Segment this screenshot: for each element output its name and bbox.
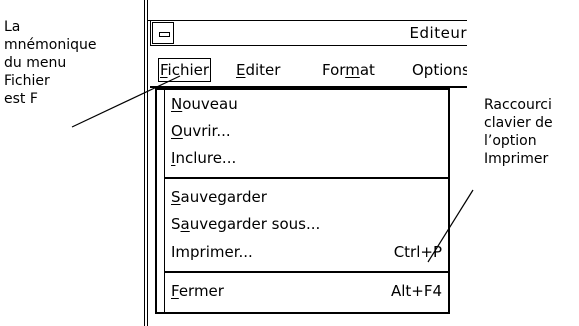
window-left-border bbox=[144, 0, 148, 326]
menu-fichier-mnemonic: F bbox=[160, 61, 168, 79]
menu-format[interactable]: Format bbox=[322, 60, 375, 80]
menu-fichier[interactable]: Fichier bbox=[157, 58, 212, 82]
menu-separator bbox=[165, 177, 448, 179]
menu-editer[interactable]: Editer bbox=[236, 60, 280, 80]
window-titlebar: Editeur bbox=[150, 20, 467, 46]
window-title: Editeur bbox=[409, 24, 467, 42]
callout-accelerator-note: Raccourci clavier de l’option Imprimer bbox=[484, 97, 553, 167]
menu-options[interactable]: Options bbox=[412, 60, 467, 80]
menu-item-nouveau[interactable]: Nouveau bbox=[171, 92, 442, 116]
menu-item-ouvrir[interactable]: Ouvrir... bbox=[171, 119, 442, 143]
menu-item-imprimer[interactable]: Imprimer... Ctrl+P bbox=[171, 240, 442, 264]
accelerator-ctrl-p: Ctrl+P bbox=[393, 243, 442, 261]
menu-format-mnemonic: m bbox=[345, 61, 360, 79]
callout-mnemonic-note: La mnémonique du menu Fichier est F bbox=[4, 19, 97, 107]
menu-item-sauvegarder-sous[interactable]: Sauvegarder sous... bbox=[171, 212, 442, 236]
window-menu-button[interactable] bbox=[152, 22, 174, 44]
window-top-border bbox=[147, 0, 467, 21]
menu-separator bbox=[165, 271, 448, 273]
menu-item-sauvegarder[interactable]: Sauvegarder bbox=[171, 185, 442, 209]
accelerator-alt-f4: Alt+F4 bbox=[390, 282, 442, 300]
menubar: Fichier Editer Format Options bbox=[150, 54, 467, 86]
menu-left-rail bbox=[157, 90, 165, 312]
menu-item-inclure[interactable]: Inclure... bbox=[171, 146, 442, 170]
fichier-dropdown-menu: Nouveau Ouvrir... Inclure... Sauvegarder… bbox=[155, 88, 450, 314]
menu-item-fermer[interactable]: Fermer Alt+F4 bbox=[171, 279, 442, 303]
